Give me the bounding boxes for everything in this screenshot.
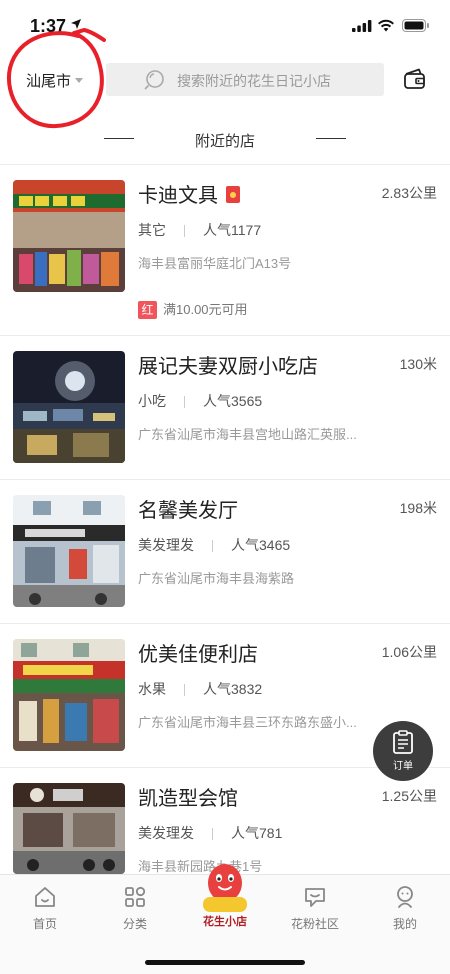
- wallet-icon[interactable]: [403, 68, 427, 90]
- store-address: 广东省汕尾市海丰县海紫路: [138, 571, 295, 586]
- store-thumbnail: [13, 495, 125, 607]
- store-name: 卡迪文具: [138, 179, 240, 208]
- store-distance: 130米: [399, 356, 437, 372]
- store-category: 其它: [138, 222, 166, 238]
- store-name: 优美佳便利店: [138, 644, 258, 666]
- search-icon: [144, 70, 164, 90]
- store-address: 海丰县富丽华庭北门A13号: [138, 256, 292, 271]
- store-popularity: 人气781: [231, 825, 283, 841]
- tab-label: 首页: [32, 917, 57, 931]
- store-name: 凯造型会馆: [138, 788, 238, 810]
- store-meta: 美发理发 人气3465: [138, 535, 290, 555]
- chat-bubble-icon: [305, 888, 325, 907]
- store-name: 名馨美发厅: [138, 500, 238, 522]
- tab-peanut-store[interactable]: 花生小店: [180, 864, 270, 945]
- store-popularity: 人气3465: [231, 537, 291, 553]
- store-meta: 美发理发 人气781: [138, 823, 282, 843]
- store-popularity: 人气3832: [203, 681, 263, 697]
- store-category: 美发理发: [138, 537, 194, 553]
- meta-separator: [212, 540, 213, 553]
- wifi-icon: [378, 19, 394, 32]
- store-address: 广东省汕尾市海丰县三环东路东盛小...: [138, 715, 357, 730]
- city-label: 汕尾市: [26, 73, 72, 90]
- store-distance: 2.83公里: [381, 185, 437, 201]
- store-distance: 198米: [399, 500, 437, 516]
- location-arrow-icon: [71, 19, 81, 29]
- search-bar[interactable]: 搜索附近的花生日记小店: [106, 63, 384, 96]
- city-selector[interactable]: 汕尾市: [26, 70, 84, 91]
- meta-separator: [184, 225, 185, 238]
- grid-icon: [125, 886, 146, 907]
- coupon-tag: 红: [138, 301, 157, 319]
- store-popularity: 人气3565: [203, 393, 263, 409]
- divider-dash-right: [316, 138, 346, 139]
- section-title-row: 附近的店: [0, 122, 450, 158]
- tab-bar: 首页 分类 花生小店 花粉社区 我的: [0, 864, 450, 974]
- caret-down-icon: [75, 77, 84, 83]
- meta-separator: [184, 684, 185, 697]
- store-thumbnail: [13, 180, 125, 292]
- store-popularity: 人气1177: [203, 222, 262, 238]
- store-name-text: 卡迪文具: [138, 185, 218, 207]
- home-indicator: [145, 960, 305, 965]
- store-thumbnail: [13, 351, 125, 463]
- order-button[interactable]: 订单: [373, 721, 433, 781]
- store-distance: 1.06公里: [381, 644, 437, 660]
- store-meta: 水果 人气3832: [138, 679, 262, 699]
- user-face-icon: [397, 886, 413, 908]
- store-category: 小吃: [138, 393, 166, 409]
- tab-community[interactable]: 花粉社区: [270, 875, 360, 945]
- store-address: 广东省汕尾市海丰县宫地山路汇英服...: [138, 427, 357, 442]
- order-button-label: 订单: [393, 761, 413, 772]
- section-title: 附近的店: [194, 133, 255, 150]
- status-time: 1:37: [30, 16, 67, 36]
- tab-profile[interactable]: 我的: [360, 875, 450, 945]
- peanut-store-logo-icon: [203, 864, 247, 912]
- store-meta: 小吃 人气3565: [138, 391, 262, 411]
- tab-label: 花生小店: [203, 916, 247, 928]
- store-category: 水果: [138, 681, 166, 697]
- coupon-text: 满10.00元可用: [163, 302, 248, 317]
- store-thumbnail: [13, 639, 125, 751]
- store-meta: 其它 人气1177: [138, 220, 261, 240]
- tab-home[interactable]: 首页: [0, 875, 90, 945]
- store-name: 展记夫妻双厨小吃店: [138, 356, 318, 378]
- header: 汕尾市 搜索附近的花生日记小店: [0, 48, 450, 106]
- store-card[interactable]: 名馨美发厅 198米 美发理发 人气3465 广东省汕尾市海丰县海紫路: [0, 480, 450, 623]
- meta-separator: [212, 828, 213, 841]
- store-card[interactable]: 展记夫妻双厨小吃店 130米 小吃 人气3565 广东省汕尾市海丰县宫地山路汇英服…: [0, 336, 450, 479]
- search-placeholder: 搜索附近的花生日记小店: [177, 73, 331, 89]
- store-card[interactable]: 凯造型会馆 1.25公里 美发理发 人气781 海丰县新园路九巷1号: [0, 768, 450, 874]
- store-card[interactable]: 卡迪文具 2.83公里 其它 人气1177 海丰县富丽华庭北门A13号 红满10.…: [0, 165, 450, 335]
- status-bar: 1:37: [0, 0, 450, 48]
- battery-icon: [402, 19, 429, 32]
- tab-label: 我的: [392, 917, 417, 931]
- store-category: 美发理发: [138, 825, 194, 841]
- home-icon: [35, 887, 55, 907]
- tab-label: 分类: [122, 917, 147, 931]
- cellular-signal-icon: [352, 20, 372, 32]
- tab-label: 花粉社区: [290, 917, 339, 931]
- store-distance: 1.25公里: [381, 788, 437, 804]
- store-thumbnail: [13, 783, 125, 874]
- red-envelope-icon: [226, 186, 240, 204]
- meta-separator: [184, 396, 185, 409]
- tab-category[interactable]: 分类: [90, 875, 180, 945]
- clipboard-icon: [393, 730, 413, 754]
- store-coupon: 红满10.00元可用: [138, 299, 248, 319]
